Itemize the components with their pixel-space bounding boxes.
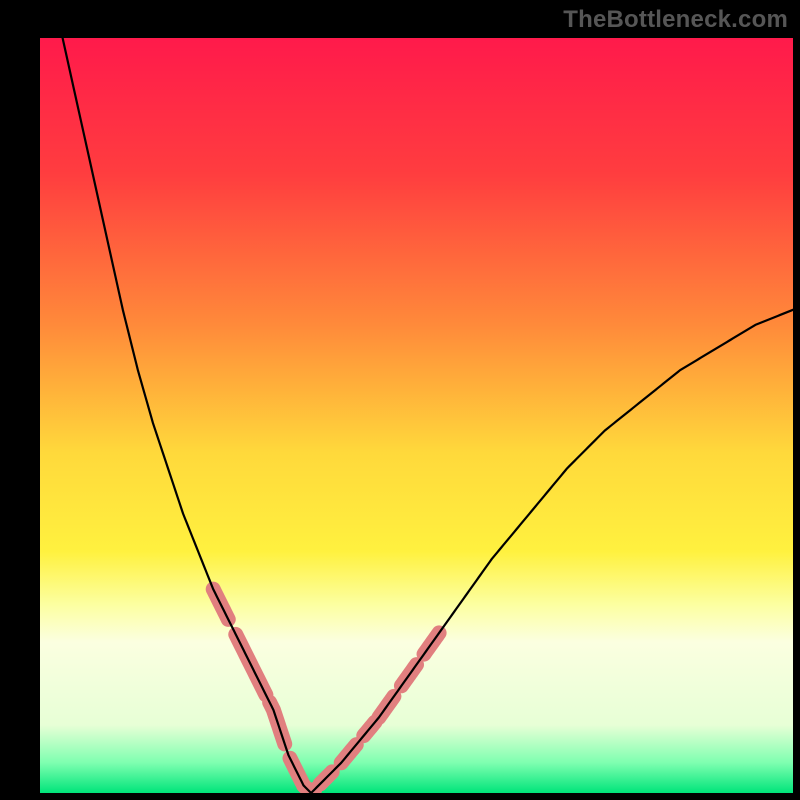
chart-frame: TheBottleneck.com bbox=[0, 0, 800, 800]
highlight-segments bbox=[213, 589, 439, 793]
curve-layer bbox=[40, 38, 793, 793]
bottleneck-curve bbox=[63, 38, 793, 793]
plot-area bbox=[40, 38, 793, 793]
watermark-text: TheBottleneck.com bbox=[563, 6, 788, 34]
